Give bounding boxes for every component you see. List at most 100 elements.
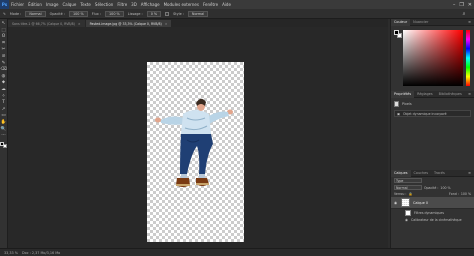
search-icon[interactable]: ⌕ — [458, 10, 470, 18]
canvas-area[interactable] — [8, 27, 388, 248]
zoom-tool-icon[interactable]: 🔍 — [1, 127, 7, 133]
maximize-button[interactable]: ❐ — [459, 2, 463, 8]
opacity-label: Opacité : — [49, 11, 65, 16]
smart-object-row[interactable]: ▣ Objet dynamique incorporé — [394, 110, 471, 117]
menu-bar: Ps Fichier Édition Image Calque Texte Sé… — [0, 0, 474, 9]
layer-filter-select[interactable]: Type — [394, 178, 422, 183]
shape-tool-icon[interactable]: ▭ — [1, 113, 7, 119]
close-button[interactable]: ✕ — [468, 2, 472, 8]
layer-type-icon — [394, 101, 399, 107]
tab-swatches[interactable]: Nuancier — [410, 19, 431, 26]
layers-panel: Type Normal Opacité : 100 % Verrou : 🔒 F… — [391, 177, 474, 255]
eye-icon[interactable]: ◉ — [394, 201, 398, 205]
properties-type-label: Pixels — [402, 102, 412, 106]
document-tab-2[interactable]: Pasted-image.jpg @ 33,3% (Calque 0, RVB/… — [85, 20, 172, 27]
marquee-tool-icon[interactable]: ⬚ — [1, 28, 7, 34]
smart-filters-row[interactable]: Filtres dynamiques — [391, 209, 474, 216]
smoothing-label: Lissage : — [127, 11, 143, 16]
fill-value[interactable]: 100 % — [461, 192, 471, 196]
flow-label: Flux : — [91, 11, 101, 16]
color-swatches[interactable] — [0, 141, 7, 150]
blend-mode-select[interactable]: Normal — [394, 185, 422, 190]
menu-view[interactable]: Affichage — [139, 2, 162, 7]
lock-icon[interactable]: 🔒 — [408, 192, 412, 196]
menu-edit[interactable]: Édition — [26, 2, 44, 7]
filter-mask-thumbnail[interactable] — [405, 209, 411, 216]
tab-layers[interactable]: Calques — [391, 169, 411, 177]
quick-select-tool-icon[interactable]: ⌗ — [1, 41, 7, 47]
close-tab-icon[interactable]: × — [165, 22, 168, 26]
brush-tool-icon[interactable]: ✎ — [1, 61, 7, 67]
tab-libraries[interactable]: Bibliothèques — [436, 91, 465, 98]
document-size: Doc : 2,37 Mo/3,16 Mo — [22, 250, 61, 255]
smoothing-field[interactable]: 0 % — [146, 10, 162, 17]
tab-adjustments[interactable]: Réglages — [414, 91, 435, 98]
menu-file[interactable]: Fichier — [9, 2, 26, 7]
menu-filter[interactable]: Filtre — [115, 2, 129, 7]
right-panels: Couleur Nuancier ≡ Propriétés Réglages B… — [390, 18, 474, 255]
layers-panel-header: Calques Couches Tracés ≡ — [391, 169, 474, 177]
more-tools-icon[interactable]: ⋯ — [1, 133, 7, 139]
document-tab-1[interactable]: Sans titre-1 @ 66,7% (Calque 0, RVB/8) × — [8, 20, 85, 27]
layer-opacity-value[interactable]: 100 % — [440, 186, 450, 190]
color-panel — [391, 26, 474, 91]
blur-tool-icon[interactable]: ⬥ — [1, 80, 7, 86]
pen-tool-icon[interactable]: ✧ — [1, 94, 7, 100]
opacity-field[interactable]: 100 % — [68, 10, 88, 17]
tab-color[interactable]: Couleur — [391, 18, 411, 26]
filter-item-row[interactable]: ◉ Calibrateur de la cinémathèque — [391, 216, 474, 223]
gradient-tool-icon[interactable]: ◍ — [1, 74, 7, 80]
person-image — [155, 98, 233, 187]
menu-layer[interactable]: Calque — [60, 2, 78, 7]
type-tool-icon[interactable]: T — [1, 100, 7, 106]
color-field[interactable] — [403, 30, 463, 86]
panel-menu-icon[interactable]: ≡ — [468, 20, 471, 24]
menu-plugins[interactable]: Modules externes — [162, 2, 201, 7]
airbrush-checkbox[interactable] — [165, 11, 170, 16]
hand-tool-icon[interactable]: ✋ — [1, 120, 7, 126]
brush-tool-icon[interactable]: ✎ — [3, 12, 6, 16]
eye-icon[interactable]: ◉ — [405, 218, 408, 222]
properties-type-row: Pixels — [391, 98, 474, 107]
layer-row[interactable]: ◉ Calque 0 — [391, 197, 474, 209]
tab-properties[interactable]: Propriétés — [391, 90, 415, 98]
menu-select[interactable]: Sélection — [93, 2, 115, 7]
tab-channels[interactable]: Couches — [411, 170, 431, 177]
menu-3d[interactable]: 3D — [129, 2, 139, 7]
path-select-tool-icon[interactable]: ↗ — [1, 107, 7, 113]
layer-thumbnail — [401, 198, 410, 207]
foreground-swatch[interactable] — [0, 141, 4, 146]
panel-menu-icon[interactable]: ≡ — [468, 92, 471, 96]
style-select[interactable]: Normal — [187, 10, 209, 17]
window-controls: – ❐ ✕ — [453, 0, 472, 9]
flow-field[interactable]: 100 % — [105, 10, 124, 17]
layer-name[interactable]: Calque 0 — [413, 201, 428, 205]
app-logo: Ps — [0, 0, 9, 9]
minimize-button[interactable]: – — [453, 2, 456, 8]
hue-slider[interactable] — [466, 30, 470, 86]
eraser-tool-icon[interactable]: ⌫ — [1, 67, 7, 73]
mode-select[interactable]: Normal — [25, 10, 46, 17]
eyedropper-tool-icon[interactable]: ⊘ — [1, 54, 7, 60]
menu-window[interactable]: Fenêtre — [201, 2, 220, 7]
menu-image[interactable]: Image — [44, 2, 61, 7]
tab-paths[interactable]: Tracés — [431, 170, 448, 177]
style-label: Style : — [173, 11, 184, 16]
close-tab-icon[interactable]: × — [78, 22, 81, 26]
dodge-tool-icon[interactable]: ☁ — [1, 87, 7, 93]
document-tab-label: Pasted-image.jpg @ 33,3% (Calque 0, RVB/… — [89, 21, 162, 26]
smart-object-icon: ▣ — [397, 111, 401, 116]
lasso-tool-icon[interactable]: ʘ — [1, 34, 7, 40]
panel-menu-icon[interactable]: ≡ — [468, 171, 471, 175]
move-tool-icon[interactable]: ↖ — [1, 21, 7, 27]
document-canvas[interactable] — [147, 62, 244, 242]
zoom-level[interactable]: 33,33 % — [4, 251, 18, 255]
document-tab-label: Sans titre-1 @ 66,7% (Calque 0, RVB/8) — [12, 21, 75, 26]
fill-label: Fond : — [449, 192, 459, 196]
menu-type[interactable]: Texte — [78, 2, 93, 7]
color-panel-swatches[interactable] — [394, 30, 402, 40]
color-panel-header: Couleur Nuancier ≡ — [391, 18, 474, 26]
menu-help[interactable]: Aide — [220, 2, 233, 7]
crop-tool-icon[interactable]: ✂ — [1, 47, 7, 53]
foreground-color[interactable] — [394, 30, 399, 35]
